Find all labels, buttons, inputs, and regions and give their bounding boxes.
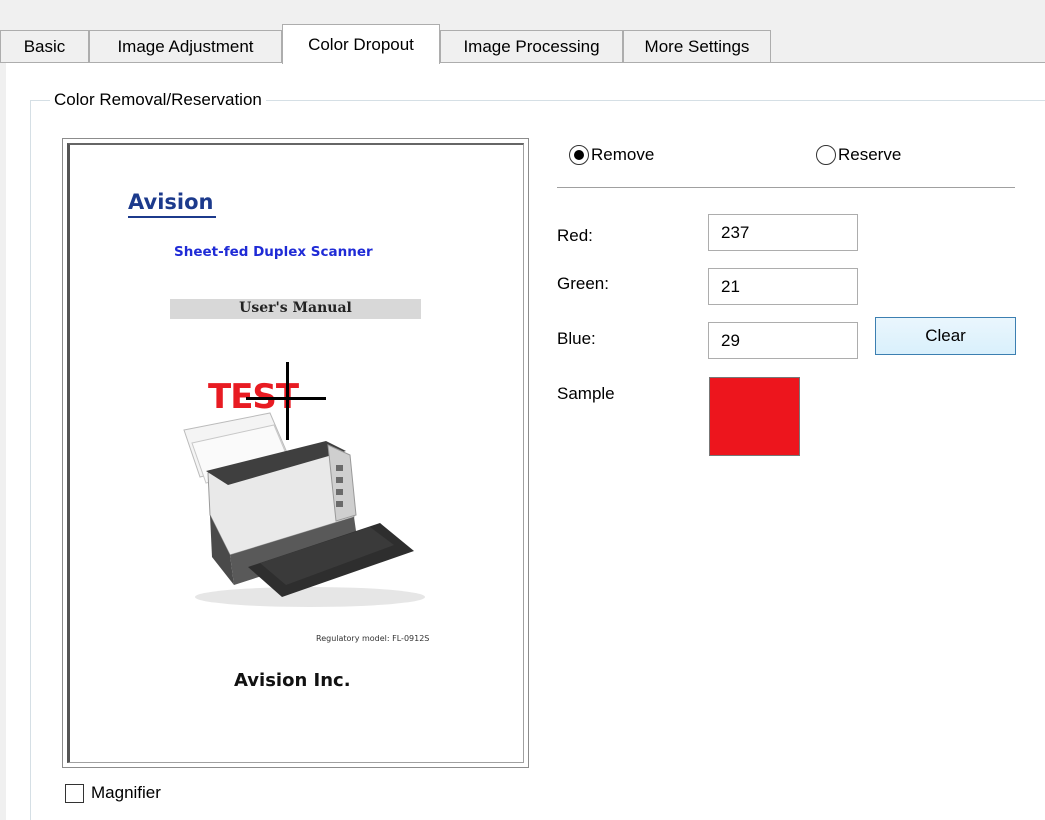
- tab-label: Basic: [23, 36, 66, 56]
- tab-image-processing[interactable]: Image Processing: [440, 30, 623, 62]
- blue-field[interactable]: [708, 322, 858, 359]
- preview-logo-underline: [128, 216, 216, 218]
- tab-label: Image Adjustment: [117, 36, 254, 56]
- groupbox-title: Color Removal/Reservation: [50, 89, 266, 111]
- green-field[interactable]: [708, 268, 858, 305]
- tab-more-settings[interactable]: More Settings: [623, 30, 771, 62]
- red-label: Red:: [557, 226, 593, 245]
- mode-divider: [557, 187, 1015, 188]
- scanner-image: [183, 412, 425, 607]
- preview-manual-title: User's Manual: [239, 300, 352, 316]
- magnifier-label[interactable]: Magnifier: [91, 783, 161, 803]
- clear-button-label: Clear: [925, 326, 966, 345]
- crosshair-vertical: [286, 362, 289, 440]
- clear-button[interactable]: Clear: [875, 317, 1016, 355]
- red-field[interactable]: [708, 214, 858, 251]
- preview-subtitle: Sheet-fed Duplex Scanner: [174, 244, 373, 260]
- preview-logo: Avision: [128, 190, 214, 214]
- reserve-radio[interactable]: [816, 145, 836, 165]
- green-label: Green:: [557, 274, 609, 293]
- preview-company: Avision Inc.: [234, 670, 351, 691]
- preview-regulatory-model: Regulatory model: FL-0912S: [316, 634, 430, 643]
- tab-image-adjustment[interactable]: Image Adjustment: [89, 30, 282, 62]
- tab-color-dropout[interactable]: Color Dropout: [282, 24, 440, 64]
- remove-radio-label[interactable]: Remove: [591, 144, 654, 166]
- tab-basic[interactable]: Basic: [0, 30, 89, 62]
- tab-label: More Settings: [644, 36, 750, 56]
- remove-radio[interactable]: [569, 145, 589, 165]
- tab-strip: Basic Image Adjustment Color Dropout Ima…: [0, 0, 1045, 64]
- sample-color-swatch: [709, 377, 800, 456]
- blue-label: Blue:: [557, 329, 596, 348]
- magnifier-checkbox[interactable]: [65, 784, 84, 803]
- reserve-radio-label[interactable]: Reserve: [838, 144, 901, 166]
- tab-label: Image Processing: [463, 36, 600, 56]
- sample-label: Sample: [557, 384, 615, 403]
- tab-label: Color Dropout: [308, 34, 414, 54]
